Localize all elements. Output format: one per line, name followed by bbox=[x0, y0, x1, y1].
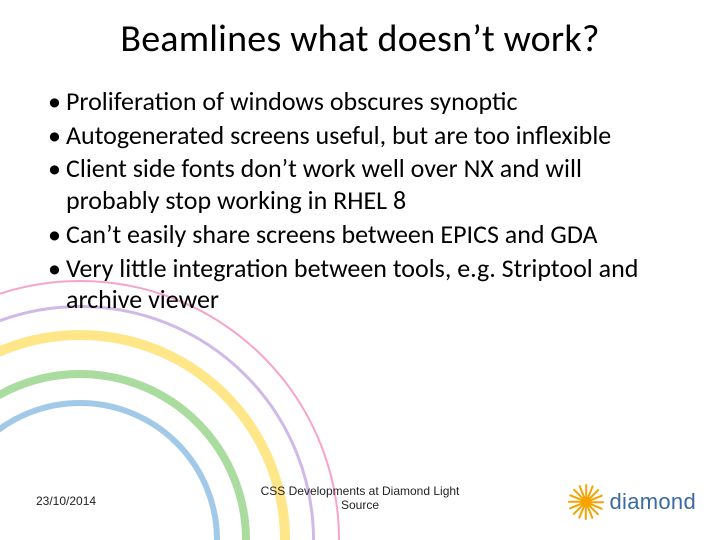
slide: Beamlines what doesn’t work? Proliferati… bbox=[0, 0, 720, 540]
sunburst-icon bbox=[568, 484, 604, 520]
list-item: Client side fonts don’t work well over N… bbox=[48, 153, 680, 216]
body-text: Proliferation of windows obscures synopt… bbox=[48, 86, 680, 318]
logo-text: diamond bbox=[610, 489, 697, 515]
list-item: Autogenerated screens useful, but are to… bbox=[48, 120, 680, 152]
page-title: Beamlines what doesn’t work? bbox=[0, 16, 720, 62]
logo: diamond bbox=[568, 484, 697, 520]
list-item: Proliferation of windows obscures synopt… bbox=[48, 86, 680, 118]
list-item: Can’t easily share screens between EPICS… bbox=[48, 219, 680, 251]
list-item: Very little integration between tools, e… bbox=[48, 253, 680, 316]
bullet-list: Proliferation of windows obscures synopt… bbox=[48, 86, 680, 316]
